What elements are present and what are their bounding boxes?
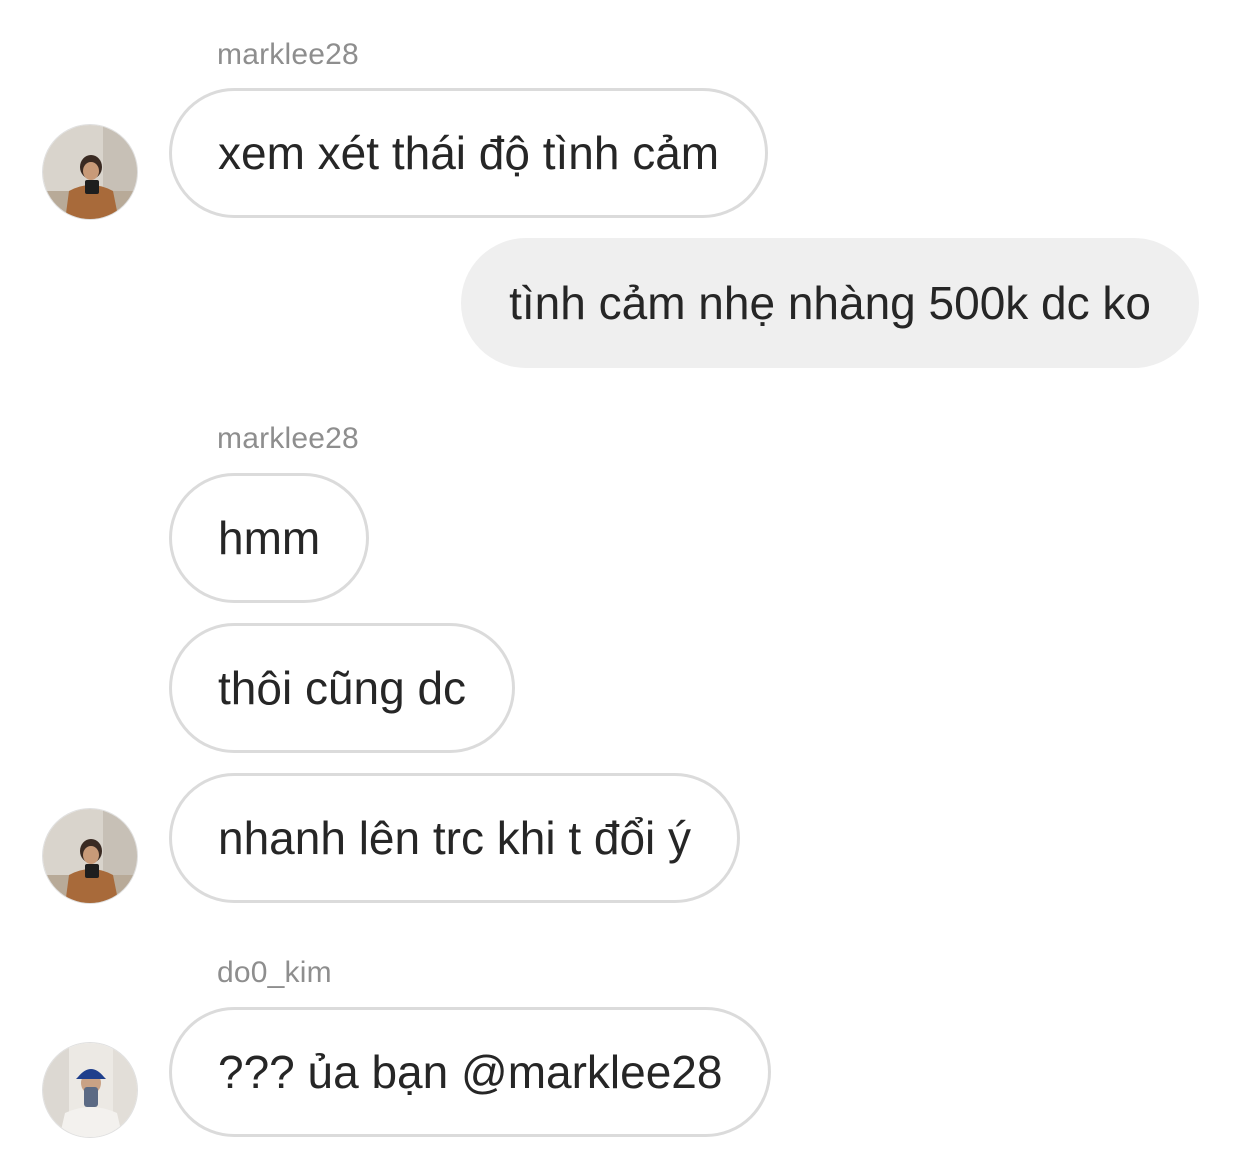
message-bubble-incoming[interactable]: ??? ủa bạn @marklee28	[169, 1007, 772, 1137]
message-text: xem xét thái độ tình cảm	[218, 127, 720, 179]
sender-username[interactable]: marklee28	[217, 37, 359, 73]
avatar-marklee28[interactable]	[42, 124, 138, 220]
message-text: tình cảm nhẹ nhàng 500k dc ko	[509, 277, 1151, 329]
avatar-do0_kim[interactable]	[42, 1042, 138, 1138]
avatar-marklee28[interactable]	[42, 808, 138, 904]
profile-photo-icon	[43, 125, 137, 219]
message-text: nhanh lên trc khi t đổi ý	[218, 812, 692, 864]
message-text: ??? ủa bạn @marklee28	[218, 1046, 723, 1098]
message-text: hmm	[218, 512, 321, 564]
sender-username[interactable]: marklee28	[217, 421, 359, 457]
message-bubble-incoming[interactable]: nhanh lên trc khi t đổi ý	[169, 773, 741, 903]
message-bubble-outgoing[interactable]: tình cảm nhẹ nhàng 500k dc ko	[461, 238, 1199, 368]
sender-username[interactable]: do0_kim	[217, 955, 332, 991]
message-bubble-incoming[interactable]: hmm	[169, 473, 370, 603]
message-bubble-incoming[interactable]: thôi cũng dc	[169, 623, 516, 753]
message-text: thôi cũng dc	[218, 662, 467, 714]
message-bubble-incoming[interactable]: xem xét thái độ tình cảm	[169, 88, 769, 218]
profile-photo-icon	[43, 809, 137, 903]
profile-photo-icon	[43, 1043, 137, 1137]
